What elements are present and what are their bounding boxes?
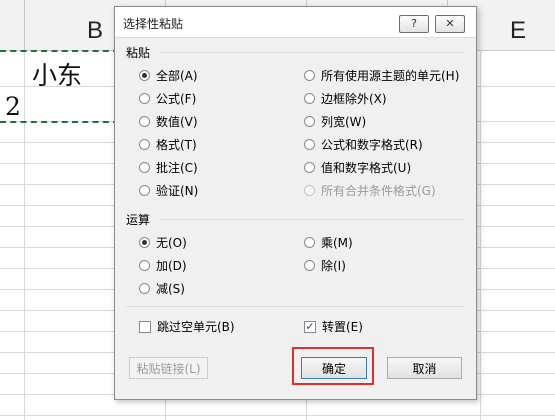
gridline [0, 415, 555, 416]
paste-group-label: 粘贴 [126, 46, 151, 60]
radio-paste-formulas-number-formats[interactable]: 公式和数字格式(R) [304, 137, 423, 153]
radio-button[interactable] [139, 93, 150, 104]
radio-button[interactable] [139, 283, 150, 294]
option-label: 减(S) [156, 282, 185, 296]
option-label: 验证(N) [156, 184, 199, 198]
checkbox[interactable] [139, 320, 151, 333]
checkbox-checked[interactable]: ✓ [304, 320, 316, 333]
radio-paste-source-theme[interactable]: 所有使用源主题的单元(H) [304, 68, 459, 84]
option-label: 值和数字格式(U) [321, 161, 412, 175]
option-label: 公式和数字格式(R) [321, 138, 423, 152]
radio-button[interactable] [139, 116, 150, 127]
paste-link-button: 粘贴链接(L) [129, 357, 208, 379]
option-label: 公式(F) [156, 92, 197, 106]
radio-paste-merge-conditional-formats: 所有合并条件格式(G) [304, 183, 436, 199]
radio-button[interactable] [139, 139, 150, 150]
radio-paste-formulas[interactable]: 公式(F) [139, 91, 196, 107]
group-divider [160, 219, 465, 220]
option-label: 批注(C) [156, 161, 198, 175]
radio-button[interactable] [139, 162, 150, 173]
radio-button[interactable] [139, 185, 150, 196]
skip-blanks-checkbox[interactable]: 跳过空单元(B) [139, 319, 235, 335]
radio-button[interactable] [139, 260, 150, 271]
paste-special-dialog: 选择性粘贴 ? ✕ 粘贴 全部(A) 公式(F) 数值(V) 格式(T) 批注(… [114, 6, 477, 400]
radio-op-none[interactable]: 无(O) [139, 235, 187, 251]
radio-op-subtract[interactable]: 减(S) [139, 281, 185, 297]
option-label: 列宽(W) [321, 115, 367, 129]
radio-button[interactable] [304, 70, 315, 81]
radio-button[interactable] [139, 237, 150, 248]
gridline [480, 50, 481, 420]
cancel-button[interactable]: 取消 [387, 357, 462, 379]
radio-button[interactable] [304, 237, 315, 248]
radio-paste-no-borders[interactable]: 边框除外(X) [304, 91, 387, 107]
cell-a2[interactable]: 2 [5, 92, 21, 121]
transpose-checkbox[interactable]: ✓ 转置(E) [304, 319, 363, 335]
group-divider [126, 306, 465, 307]
option-label: 加(D) [156, 259, 187, 273]
radio-button[interactable] [304, 116, 315, 127]
dialog-title: 选择性粘贴 [123, 17, 184, 31]
radio-op-multiply[interactable]: 乘(M) [304, 235, 353, 251]
option-label: 无(O) [156, 236, 187, 250]
radio-button[interactable] [304, 139, 315, 150]
gridline [24, 50, 25, 420]
radio-op-add[interactable]: 加(D) [139, 258, 187, 274]
radio-paste-formats[interactable]: 格式(T) [139, 137, 197, 153]
group-divider [160, 52, 465, 53]
option-label: 乘(M) [321, 236, 353, 250]
option-label: 除(I) [321, 259, 346, 273]
column-header-a[interactable] [0, 0, 25, 50]
option-label: 转置(E) [322, 320, 363, 334]
radio-paste-all[interactable]: 全部(A) [139, 68, 198, 84]
radio-paste-comments[interactable]: 批注(C) [139, 160, 198, 176]
radio-button [304, 185, 315, 196]
radio-button[interactable] [304, 260, 315, 271]
option-label: 格式(T) [156, 138, 197, 152]
radio-paste-values[interactable]: 数值(V) [139, 114, 198, 130]
option-label: 全部(A) [156, 69, 198, 83]
ok-button[interactable]: 确定 [301, 357, 367, 379]
option-label: 跳过空单元(B) [157, 320, 235, 334]
option-label: 数值(V) [156, 115, 198, 129]
option-label: 边框除外(X) [321, 92, 387, 106]
radio-button[interactable] [304, 93, 315, 104]
radio-paste-values-number-formats[interactable]: 值和数字格式(U) [304, 160, 411, 176]
radio-op-divide[interactable]: 除(I) [304, 258, 346, 274]
cell-b1[interactable]: 小东 [32, 56, 82, 92]
operation-group-label: 运算 [126, 213, 151, 227]
radio-paste-column-widths[interactable]: 列宽(W) [304, 114, 366, 130]
close-button[interactable]: ✕ [435, 15, 465, 33]
option-label: 所有合并条件格式(G) [321, 184, 436, 198]
radio-paste-validation[interactable]: 验证(N) [139, 183, 198, 199]
option-label: 所有使用源主题的单元(H) [321, 69, 460, 83]
dialog-titlebar[interactable]: 选择性粘贴 ? ✕ [115, 7, 476, 38]
radio-button[interactable] [139, 70, 150, 81]
help-button[interactable]: ? [399, 15, 429, 33]
radio-button[interactable] [304, 162, 315, 173]
